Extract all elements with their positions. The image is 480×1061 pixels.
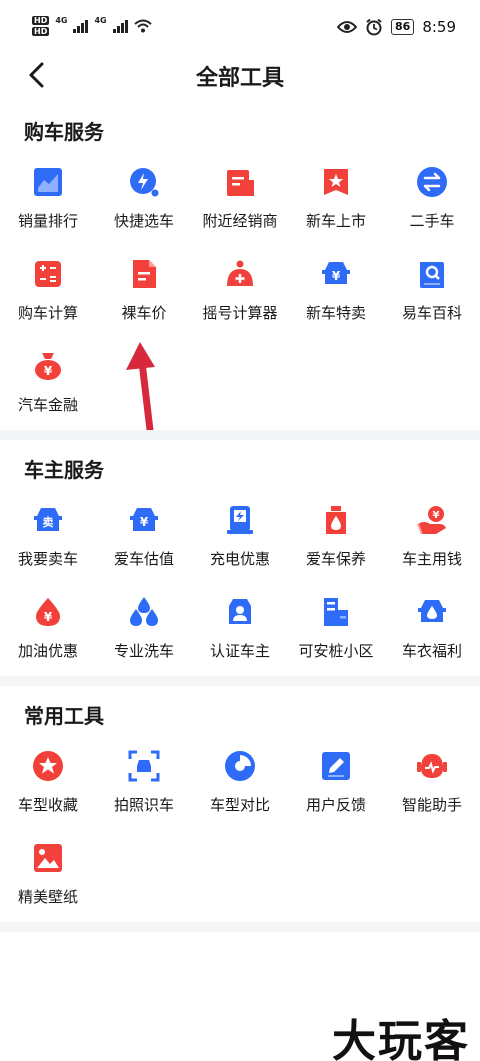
tool-label: 爱车估值: [113, 550, 174, 568]
community-icon: [324, 598, 348, 626]
section-title-common: 常用工具: [24, 704, 104, 728]
document-icon: [133, 260, 156, 288]
tool-label: 爱车保养: [305, 550, 366, 568]
lottery-icon: [227, 260, 253, 286]
section-title-purchase: 购车服务: [24, 120, 104, 144]
favorite-icon: [33, 751, 63, 781]
alarm-icon: [366, 18, 382, 36]
bolt-search-icon: [130, 168, 159, 197]
network-type-1: 4G: [55, 16, 68, 25]
section-title-owner: 车主服务: [24, 458, 104, 482]
sell-car-icon: 卖: [34, 508, 62, 531]
battery-indicator: 86: [391, 19, 415, 35]
tool-label: 车主用钱: [401, 550, 462, 568]
signal-icon: [73, 19, 89, 33]
tool-label: 充电优惠: [209, 550, 270, 568]
tool-label: 认证车主: [209, 642, 270, 660]
store-icon: [227, 170, 254, 196]
hd-badge-1: HD: [32, 16, 50, 25]
feedback-edit-icon: [322, 752, 350, 780]
star-flag-icon: [324, 169, 348, 195]
pie-compare-icon: [225, 751, 255, 781]
watermark: 大玩客: [332, 1016, 470, 1061]
section-divider: [0, 676, 480, 686]
nav-bar: 全部工具: [0, 56, 480, 96]
section-divider: [0, 922, 480, 932]
eye-icon: [337, 21, 357, 33]
tool-label: 智能助手: [401, 796, 462, 814]
oil-can-icon: [326, 506, 346, 534]
tool-label: 裸车价: [121, 304, 167, 322]
tool-label: 新车上市: [305, 212, 366, 230]
network-type-2: 4G: [94, 16, 107, 25]
page-title: 全部工具: [195, 66, 284, 91]
svg-text:¥: ¥: [332, 269, 341, 283]
tool-label: 可安桩小区: [298, 642, 374, 660]
svg-text:卖: 卖: [43, 515, 54, 529]
car-value-icon: ¥: [130, 508, 158, 531]
tool-label: 拍照识车: [113, 796, 174, 814]
tool-label: 购车计算: [17, 304, 78, 322]
tool-label: 汽车金融: [17, 396, 78, 414]
charger-icon: [227, 506, 253, 534]
tool-label: 新车特卖: [305, 304, 366, 322]
wallpaper-icon: [34, 844, 62, 872]
svg-text:¥: ¥: [44, 364, 53, 378]
tool-label: 专业洗车: [113, 642, 174, 660]
svg-text:¥: ¥: [140, 515, 149, 529]
tool-label: 车型收藏: [17, 796, 78, 814]
tool-label: 我要卖车: [17, 550, 78, 568]
tool-label: 快捷选车: [113, 212, 174, 230]
status-right: 86 8:59: [337, 18, 456, 36]
status-bar: HD HD 4G 4G 86 8:59: [0, 0, 480, 56]
calculator-icon: [35, 261, 61, 287]
hand-coin-icon: ¥: [417, 506, 446, 535]
chart-icon: [34, 168, 62, 196]
tool-label: 销量排行: [17, 212, 78, 230]
svg-text:¥: ¥: [44, 610, 53, 624]
wifi-icon: [133, 19, 152, 33]
fuel-drop-icon: ¥: [36, 598, 60, 626]
tool-label: 精美壁纸: [17, 888, 78, 906]
tool-label: 用户反馈: [305, 796, 366, 814]
money-bag-icon: ¥: [35, 353, 61, 380]
tool-label: 车型对比: [209, 796, 270, 814]
water-drops-icon: [130, 597, 158, 626]
book-search-icon: [420, 262, 444, 288]
robot-icon: [417, 754, 447, 778]
tool-label: 二手车: [409, 212, 455, 230]
clock: 8:59: [422, 18, 456, 36]
tool-label: 附近经销商: [202, 212, 278, 230]
car-yuan-icon: ¥: [322, 262, 350, 284]
verified-owner-icon: [229, 599, 251, 624]
tool-label: 加油优惠: [17, 642, 78, 660]
tool-label: 易车百科: [401, 304, 462, 322]
tool-label: 车衣福利: [401, 642, 462, 660]
hd-badge-2: HD: [32, 27, 50, 36]
hd-badges: HD HD: [32, 16, 50, 36]
section-divider: [0, 430, 480, 440]
scan-car-icon: [128, 750, 160, 782]
car-cover-icon: [418, 600, 446, 622]
status-left: HD HD 4G 4G: [32, 16, 152, 36]
tool-label: 摇号计算器: [202, 304, 278, 322]
swap-icon: [417, 167, 447, 197]
svg-text:¥: ¥: [433, 510, 440, 521]
signal-icon: [112, 19, 128, 33]
annotation-arrow-icon: [126, 342, 155, 432]
